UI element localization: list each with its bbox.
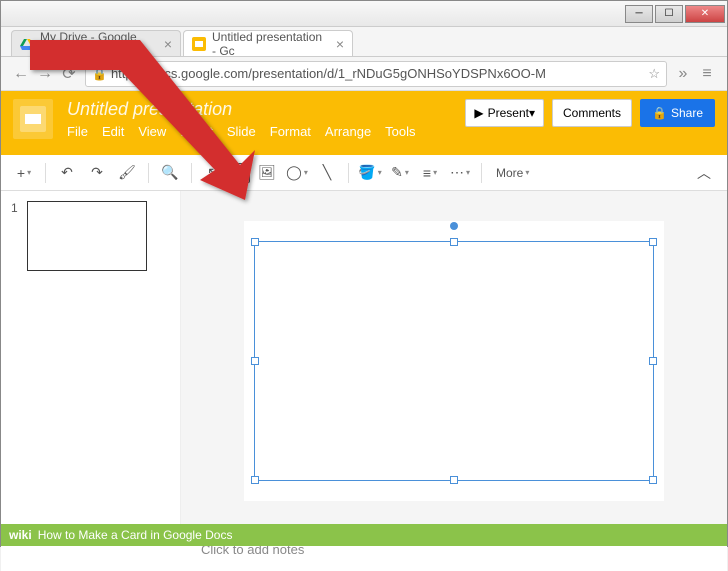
new-slide-button[interactable]: +▾ (11, 160, 37, 186)
wiki-brand: wiki (9, 528, 32, 542)
back-button[interactable]: ← (9, 62, 33, 86)
redo-button[interactable]: ↷ (84, 160, 110, 186)
slides-icon (192, 37, 206, 51)
menu-view[interactable]: View (138, 124, 166, 139)
menu-format[interactable]: Format (270, 124, 311, 139)
tab-close-icon[interactable]: × (336, 36, 344, 52)
menu-file[interactable]: File (67, 124, 88, 139)
zoom-button[interactable]: 🔍 (157, 160, 183, 186)
slide[interactable] (244, 221, 664, 501)
border-dash-button[interactable]: ⋯▾ (447, 160, 473, 186)
thumbnail-row: 1 (11, 201, 170, 271)
wiki-caption: How to Make a Card in Google Docs (38, 528, 233, 542)
slide-thumbnail-panel: 1 (1, 191, 181, 531)
play-icon: ▶ (474, 106, 483, 120)
window-titlebar: ─ ☐ ✕ (1, 1, 727, 27)
select-tool[interactable]: ↖ (200, 160, 226, 186)
border-color-button[interactable]: ✎▾ (387, 160, 413, 186)
window-maximize-button[interactable]: ☐ (655, 5, 683, 23)
menu-button[interactable]: ≡ (695, 62, 719, 86)
lock-icon: 🔒 (652, 106, 667, 120)
extensions-button[interactable]: » (671, 62, 695, 86)
slide-number: 1 (11, 201, 21, 215)
chevron-down-icon: ▾ (529, 106, 535, 120)
browser-window: ─ ☐ ✕ My Drive - Google Drive × Untitled… (0, 0, 728, 547)
paint-format-button[interactable]: 🖌 (114, 160, 140, 186)
resize-handle-tm[interactable] (450, 238, 458, 246)
menu-slide[interactable]: Slide (227, 124, 256, 139)
reload-button[interactable]: ⟳ (57, 62, 81, 86)
shape-tool[interactable]: ◯▾ (284, 160, 310, 186)
slides-logo-icon[interactable] (13, 99, 53, 139)
rotation-handle[interactable] (450, 222, 458, 230)
menu-bar: File Edit View Insert Slide Format Arran… (67, 124, 465, 139)
wikihow-watermark: wiki How to Make a Card in Google Docs (1, 524, 727, 546)
bookmark-star-icon[interactable]: ☆ (648, 66, 660, 82)
tab-title: Untitled presentation - Gc (212, 30, 328, 58)
undo-button[interactable]: ↶ (54, 160, 80, 186)
menu-edit[interactable]: Edit (102, 124, 124, 139)
present-button[interactable]: ▶Present ▾ (465, 99, 544, 127)
textbox-tool[interactable]: T (230, 163, 250, 183)
toolbar: +▾ ↶ ↷ 🖌 🔍 ↖ T 🖼 ◯▾ ╲ 🪣▾ ✎▾ ≡▾ ⋯▾ More▾ … (1, 155, 727, 191)
slide-canvas[interactable] (181, 191, 727, 531)
lock-icon: 🔒 (92, 67, 107, 81)
comments-button[interactable]: Comments (552, 99, 632, 127)
resize-handle-tr[interactable] (649, 238, 657, 246)
document-title[interactable]: Untitled presentation (67, 99, 465, 120)
browser-tabs: My Drive - Google Drive × Untitled prese… (1, 27, 727, 57)
border-weight-button[interactable]: ≡▾ (417, 160, 443, 186)
header-content: Untitled presentation File Edit View Ins… (67, 99, 465, 139)
collapse-toolbar-button[interactable]: ︿ (691, 160, 717, 186)
url-text: https://docs.google.com/presentation/d/1… (111, 66, 644, 81)
share-button[interactable]: 🔒Share (640, 99, 715, 127)
slide-thumbnail[interactable] (27, 201, 147, 271)
more-button[interactable]: More▾ (490, 160, 535, 186)
resize-handle-bm[interactable] (450, 476, 458, 484)
menu-insert[interactable]: Insert (180, 124, 213, 139)
workspace: 1 (1, 191, 727, 531)
address-bar: ← → ⟳ 🔒 https://docs.google.com/presenta… (1, 57, 727, 91)
browser-tab-slides[interactable]: Untitled presentation - Gc × (183, 30, 353, 56)
window-minimize-button[interactable]: ─ (625, 5, 653, 23)
forward-button[interactable]: → (33, 62, 57, 86)
tab-title: My Drive - Google Drive (40, 30, 156, 58)
tab-close-icon[interactable]: × (164, 36, 172, 52)
header-actions: ▶Present ▾ Comments 🔒Share (465, 99, 715, 127)
browser-tab-drive[interactable]: My Drive - Google Drive × (11, 30, 181, 56)
image-tool[interactable]: 🖼 (254, 160, 280, 186)
app-header: Untitled presentation File Edit View Ins… (1, 91, 727, 155)
resize-handle-tl[interactable] (251, 238, 259, 246)
menu-arrange[interactable]: Arrange (325, 124, 371, 139)
selected-textbox[interactable] (254, 241, 654, 481)
resize-handle-br[interactable] (649, 476, 657, 484)
address-field[interactable]: 🔒 https://docs.google.com/presentation/d… (85, 61, 667, 87)
drive-icon (20, 37, 34, 51)
line-tool[interactable]: ╲ (314, 160, 340, 186)
window-close-button[interactable]: ✕ (685, 5, 725, 23)
menu-tools[interactable]: Tools (385, 124, 415, 139)
resize-handle-mr[interactable] (649, 357, 657, 365)
resize-handle-ml[interactable] (251, 357, 259, 365)
fill-color-button[interactable]: 🪣▾ (357, 160, 383, 186)
resize-handle-bl[interactable] (251, 476, 259, 484)
